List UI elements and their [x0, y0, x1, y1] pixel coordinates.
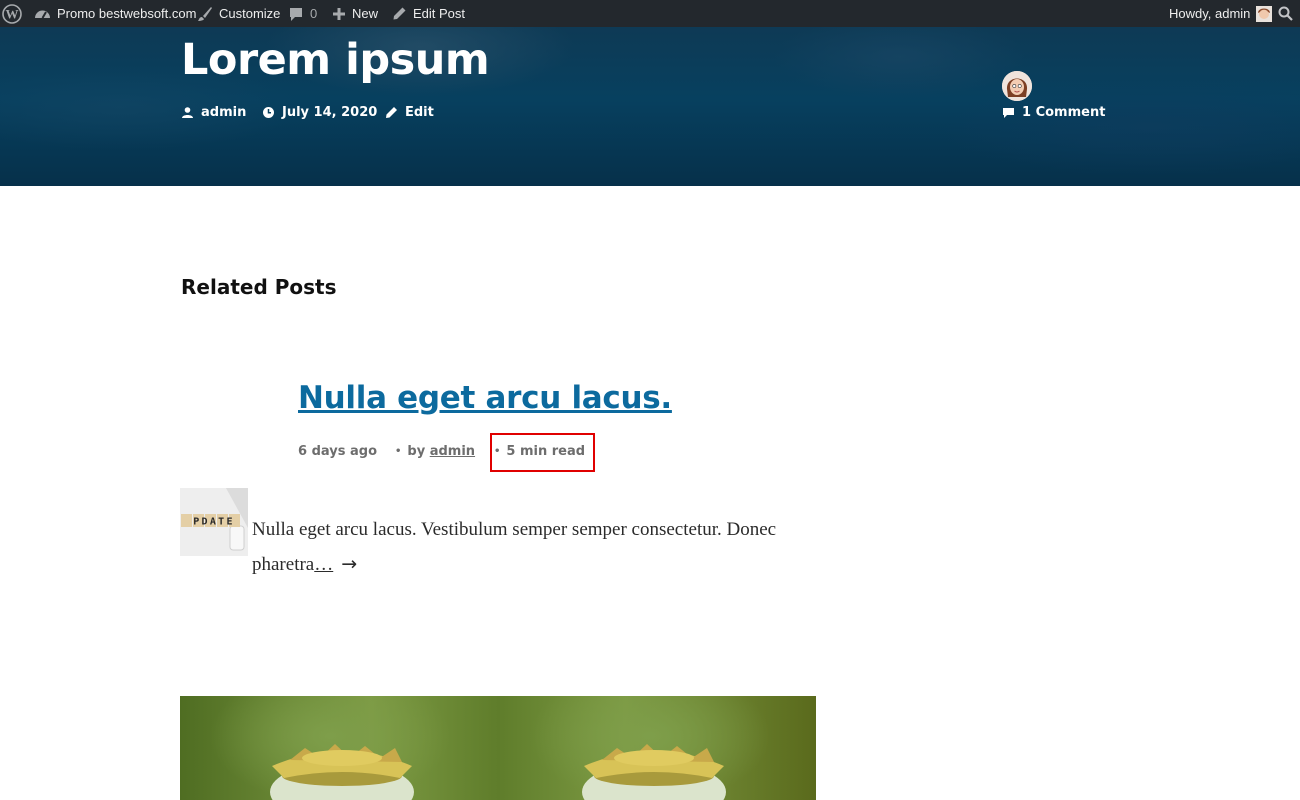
edit-post-link[interactable]: Edit Post	[392, 0, 465, 27]
pencil-icon	[393, 7, 406, 20]
related-post-title-link[interactable]: Nulla eget arcu lacus.	[298, 380, 672, 416]
svg-text:W: W	[6, 6, 19, 21]
clock-icon	[263, 107, 274, 118]
plus-icon	[333, 7, 345, 20]
related-posts-heading: Related Posts	[181, 275, 337, 299]
new-label: New	[352, 6, 379, 21]
post-title: Lorem ipsum	[181, 35, 490, 85]
poppy-pod-right	[582, 744, 726, 800]
post-date[interactable]: July 14, 2020	[262, 105, 377, 120]
by-label: by	[407, 444, 426, 459]
comment-bubble-icon	[290, 7, 302, 21]
read-more-link[interactable]: …	[314, 554, 333, 575]
new-content-link[interactable]: New	[332, 0, 378, 27]
wordpress-logo-icon[interactable]: W	[2, 0, 22, 27]
admin-bar: W Promo bestwebsoft.com Customize 0 New	[0, 0, 1300, 27]
greeting-label: Howdy, admin	[1169, 6, 1251, 21]
post-author[interactable]: admin	[181, 105, 246, 120]
post-comments-link[interactable]: 1 Comment	[1002, 105, 1105, 120]
dashboard-icon	[35, 10, 50, 19]
arrow-right-icon[interactable]: →	[341, 553, 357, 575]
post-author-name: admin	[201, 105, 247, 120]
admin-avatar-icon	[1256, 5, 1273, 22]
site-name-link[interactable]: Promo bestwebsoft.com	[34, 0, 196, 27]
customize-label: Customize	[219, 6, 281, 21]
comment-icon	[1003, 108, 1014, 118]
svg-text:PDATE: PDATE	[193, 517, 235, 528]
related-post-time-ago: 6 days ago	[298, 444, 377, 459]
poppy-pod-left	[270, 744, 414, 800]
pencil-icon	[386, 107, 397, 118]
edit-post-label: Edit Post	[413, 6, 466, 21]
post-header-hero: Lorem ipsum admin July 14, 2020 Edit 1 C…	[0, 27, 1300, 186]
search-icon[interactable]	[1278, 0, 1293, 27]
brush-icon	[198, 6, 212, 21]
comments-link[interactable]: 0	[288, 0, 317, 27]
site-name-label: Promo bestwebsoft.com	[57, 6, 197, 21]
comments-count: 0	[310, 6, 318, 21]
related-post-excerpt: Nulla eget arcu lacus. Vestibulum semper…	[252, 512, 822, 582]
read-time-highlight-box	[490, 433, 595, 472]
post-edit-link[interactable]: Edit	[385, 105, 434, 120]
time-ago-text: 6 days ago	[298, 444, 377, 459]
post-edit-label: Edit	[405, 105, 434, 120]
customize-link[interactable]: Customize	[197, 0, 280, 27]
related-post-thumbnail[interactable]: PDATE	[180, 488, 248, 556]
post-date-text: July 14, 2020	[282, 105, 378, 120]
user-icon	[182, 107, 193, 118]
related-post-author-link[interactable]: admin	[430, 444, 475, 459]
author-avatar[interactable]	[1002, 71, 1032, 101]
separator-dot: •	[395, 446, 402, 457]
post-comments-count: 1 Comment	[1022, 105, 1106, 120]
my-account-link[interactable]: Howdy, admin	[1169, 0, 1273, 27]
next-post-featured-image[interactable]	[180, 696, 816, 800]
related-post-byline: • by admin	[395, 444, 475, 459]
